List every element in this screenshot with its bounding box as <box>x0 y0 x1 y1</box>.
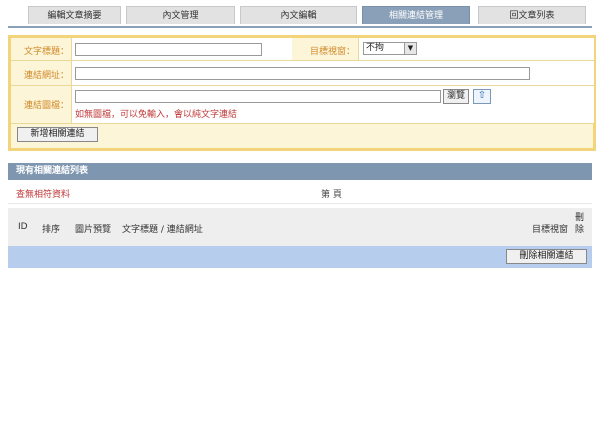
tab-content-edit[interactable]: 內文編輯 <box>240 6 357 24</box>
add-link-button[interactable]: 新增相關連結 <box>17 127 98 142</box>
image-hint: 如無圖檔，可以免輸入，會以純文字連結 <box>75 110 238 120</box>
form-row-url: 連結網址： <box>11 61 594 86</box>
browse-button[interactable]: 瀏覽 <box>443 89 469 104</box>
title-label: 文字標題： <box>23 47 69 57</box>
chevron-down-icon[interactable]: ▼ <box>404 43 416 54</box>
page-label: 第 頁 <box>321 190 342 200</box>
tab-content-management[interactable]: 內文管理 <box>126 6 235 24</box>
form-row-title: 文字標題： 目標視窗： 不拘 ▼ <box>11 38 594 61</box>
col-order: 排序 <box>42 225 61 235</box>
table-header-row: ID 排序 圖片預覽 文字標題 / 連結網址 目標視窗 刪除 <box>8 208 592 246</box>
tab-back-to-list[interactable]: 回文章列表 <box>478 6 586 24</box>
col-delete: 刪除 <box>575 213 585 235</box>
tab-related-links[interactable]: 相關連結管理 <box>362 6 470 24</box>
url-label: 連結網址： <box>23 71 69 81</box>
target-select[interactable]: 不拘 ▼ <box>363 42 417 55</box>
title-input[interactable] <box>75 43 262 56</box>
tab-underline <box>8 26 592 28</box>
col-title-url: 文字標題 / 連結網址 <box>122 225 203 235</box>
action-bar: 刪除相關連結 <box>8 246 592 268</box>
col-preview: 圖片預覽 <box>75 225 112 235</box>
form-row-image: 連結圖檔： 瀏覽 ⇧ 如無圖檔，可以免輸入，會以純文字連結 <box>11 86 594 124</box>
image-label: 連結圖檔： <box>23 101 69 111</box>
target-select-value: 不拘 <box>366 43 385 53</box>
tab-bar: 編輯文章摘要 內文管理 內文編輯 相關連結管理 回文章列表 <box>8 6 592 26</box>
col-id: ID <box>18 222 28 232</box>
list-header: 現有相關連結列表 <box>8 163 592 180</box>
upload-icon[interactable]: ⇧ <box>473 89 491 104</box>
target-label: 目標視窗： <box>309 47 355 57</box>
no-data-text: 查無相符資料 <box>16 190 71 200</box>
col-target: 目標視窗 <box>532 225 569 235</box>
url-input[interactable] <box>75 67 530 80</box>
add-link-form: 文字標題： 目標視窗： 不拘 ▼ 連結網址： 連結圖檔： 瀏覽 ⇧ 如無圖檔，可… <box>8 35 596 151</box>
image-file-input[interactable] <box>75 90 441 103</box>
delete-links-button[interactable]: 刪除相關連結 <box>506 249 587 264</box>
no-data-row: 查無相符資料 第 頁 <box>8 183 592 204</box>
tab-edit-summary[interactable]: 編輯文章摘要 <box>28 6 121 24</box>
